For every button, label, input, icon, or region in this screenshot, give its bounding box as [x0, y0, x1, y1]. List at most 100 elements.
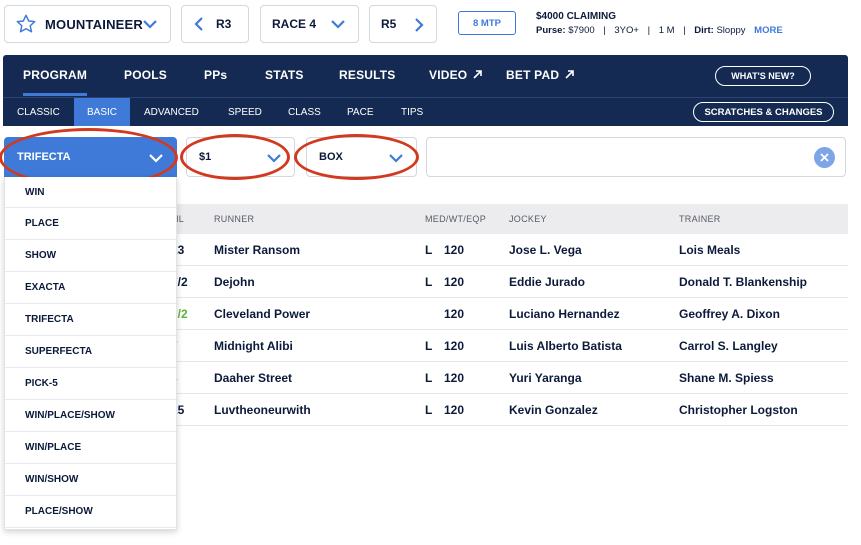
table-row[interactable]: 7 Midnight Alibi L 120 Luis Alberto Bati… [171, 330, 848, 362]
chevron-down-icon [331, 20, 345, 29]
surface-value: Sloppy [716, 25, 746, 36]
bet-type-option-place-show[interactable]: PLACE/SHOW [5, 496, 176, 528]
clear-selection-button[interactable] [814, 147, 835, 168]
bet-type-dropdown: WIN PLACE SHOW EXACTA TRIFECTA SUPERFECT… [4, 177, 177, 530]
header-med: MED/WT/EQP [425, 214, 486, 224]
bet-type-option-trifecta[interactable]: TRIFECTA [5, 304, 176, 336]
chevron-right-icon [415, 18, 424, 32]
main-nav: PROGRAM POOLS PPs STATS RESULTS VIDEO BE… [3, 55, 848, 97]
selection-input[interactable] [426, 137, 846, 177]
external-link-icon [565, 70, 574, 79]
race-details: Purse: $7900 | 3YO+ | 1 M | Dirt: Sloppy… [536, 25, 783, 36]
bet-type-option-place[interactable]: PLACE [5, 208, 176, 240]
jockey-name: Kevin Gonzalez [509, 403, 598, 417]
subtab-classic[interactable]: CLASSIC [17, 98, 60, 126]
jockey-name: Luciano Hernandez [509, 307, 620, 321]
weight: 120 [444, 403, 465, 417]
close-icon [820, 153, 829, 162]
subtab-advanced[interactable]: ADVANCED [144, 98, 199, 126]
subtab-class[interactable]: CLASS [288, 98, 321, 126]
header-jockey: JOCKEY [509, 214, 547, 224]
bet-amount-value: $1 [199, 151, 212, 163]
scratches-changes-button[interactable]: SCRATCHES & CHANGES [693, 102, 834, 122]
medication: L [425, 339, 433, 353]
medication: L [425, 371, 433, 385]
bet-type-select[interactable]: TRIFECTA [4, 137, 177, 177]
chevron-down-icon [143, 20, 157, 29]
tab-program[interactable]: PROGRAM [23, 68, 88, 96]
current-race-label: RACE 4 [272, 17, 317, 31]
table-row[interactable]: 7/2 Dejohn L 120 Eddie Jurado Donald T. … [171, 266, 848, 298]
jockey-name: Luis Alberto Batista [509, 339, 622, 353]
bet-type-option-win-show[interactable]: WIN/SHOW [5, 464, 176, 496]
race-header: MOUNTAINEER R3 RACE 4 R5 8 MTP $4000 CLA… [0, 0, 861, 50]
next-race-button[interactable]: R5 [369, 5, 437, 43]
weight: 120 [444, 275, 465, 289]
table-row[interactable]: 13 Mister Ransom L 120 Jose L. Vega Lois… [171, 234, 848, 266]
tab-stats[interactable]: STATS [265, 68, 304, 82]
trainer-name: Carrol S. Langley [679, 339, 778, 353]
weight: 120 [444, 371, 465, 385]
tab-pps[interactable]: PPs [204, 68, 227, 82]
tab-video[interactable]: VIDEO [429, 68, 482, 82]
bet-type-option-superfecta[interactable]: SUPERFECTA [5, 336, 176, 368]
trainer-name: Christopher Logston [679, 403, 798, 417]
bet-modifier-select[interactable]: BOX [306, 137, 417, 177]
track-name: MOUNTAINEER [45, 16, 144, 32]
sub-nav: CLASSIC BASIC ADVANCED SPEED CLASS PACE … [3, 97, 848, 126]
runner-name: Midnight Alibi [214, 339, 293, 353]
subtab-tips[interactable]: TIPS [401, 98, 423, 126]
subtab-pace[interactable]: PACE [347, 98, 374, 126]
bet-modifier-value: BOX [319, 151, 343, 163]
separator: | [647, 25, 651, 36]
tab-video-label: VIDEO [429, 68, 468, 82]
purse-value: $7900 [568, 25, 595, 36]
table-row[interactable]: 3 Daaher Street L 120 Yuri Yaranga Shane… [171, 362, 848, 394]
tab-results[interactable]: RESULTS [339, 68, 396, 82]
distance: 1 M [658, 25, 675, 36]
subtab-speed[interactable]: SPEED [228, 98, 262, 126]
bet-type-option-show[interactable]: SHOW [5, 240, 176, 272]
star-icon[interactable] [15, 13, 37, 35]
medication: L [425, 275, 433, 289]
bet-amount-select[interactable]: $1 [186, 137, 295, 177]
bet-type-option-win-place-show[interactable]: WIN/PLACE/SHOW [5, 400, 176, 432]
table-header: ML RUNNER MED/WT/EQP JOCKEY TRAINER [171, 204, 848, 234]
tab-pools[interactable]: POOLS [124, 68, 167, 82]
medication: L [425, 243, 433, 257]
runner-name: Dejohn [214, 275, 255, 289]
trainer-name: Donald T. Blankenship [679, 275, 808, 289]
table-row[interactable]: 25 Luvtheoneurwith L 120 Kevin Gonzalez … [171, 394, 848, 426]
weight: 120 [444, 307, 465, 321]
age-restriction: 3YO+ [614, 25, 639, 36]
table-row[interactable]: 7/2 Cleveland Power 120 Luciano Hernande… [171, 298, 848, 330]
whats-new-button[interactable]: WHAT'S NEW? [715, 66, 811, 86]
race-selector[interactable]: RACE 4 [260, 5, 359, 43]
external-link-icon [473, 70, 482, 79]
header-runner: RUNNER [214, 214, 255, 224]
track-selector[interactable]: MOUNTAINEER [4, 5, 171, 43]
chevron-down-icon [267, 154, 281, 163]
header-trainer: TRAINER [679, 214, 721, 224]
race-info: $4000 CLAIMING Purse: $7900 | 3YO+ | 1 M… [536, 11, 783, 36]
race-type: $4000 CLAIMING [536, 11, 617, 22]
medication: L [425, 403, 433, 417]
more-link[interactable]: MORE [754, 25, 783, 36]
weight: 120 [444, 243, 465, 257]
bet-type-option-exacta[interactable]: EXACTA [5, 272, 176, 304]
purse-label: Purse: [536, 25, 566, 36]
bet-type-option-win[interactable]: WIN [5, 177, 176, 208]
separator: | [603, 25, 606, 36]
subtab-basic[interactable]: BASIC [74, 98, 130, 126]
chevron-down-icon [149, 154, 163, 163]
bet-type-option-pick-5[interactable]: PICK-5 [5, 368, 176, 400]
runner-name: Mister Ransom [214, 243, 301, 257]
chevron-down-icon [389, 154, 403, 163]
previous-race-button[interactable]: R3 [181, 5, 249, 43]
next-race-label: R5 [381, 17, 397, 31]
tab-bet-pad[interactable]: BET PAD [506, 68, 574, 82]
bet-type-option-win-place[interactable]: WIN/PLACE [5, 432, 176, 464]
separator: | [683, 25, 686, 36]
chevron-left-icon [194, 17, 203, 31]
trainer-name: Geoffrey A. Dixon [679, 307, 780, 321]
